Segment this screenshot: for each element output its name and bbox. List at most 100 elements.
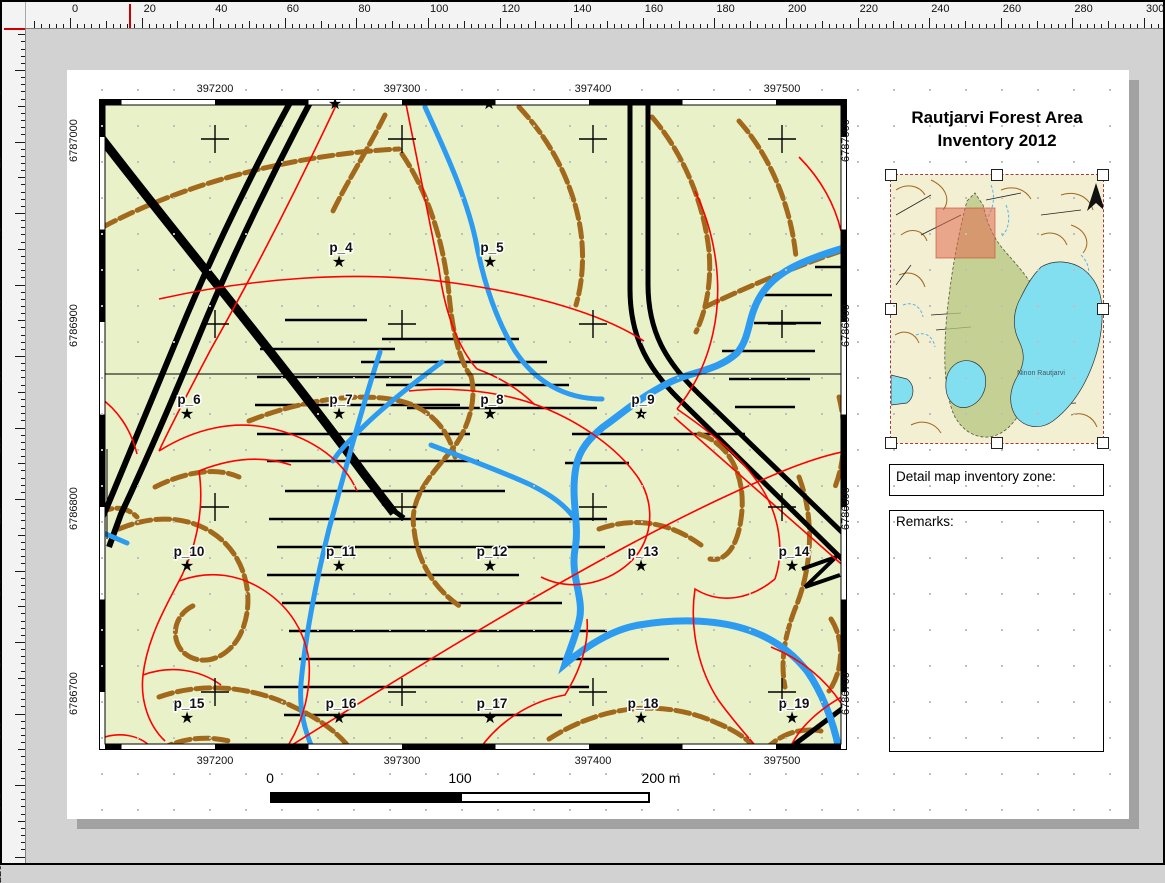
- ruler-tick: [464, 21, 465, 28]
- ruler-tick: [21, 227, 25, 228]
- ruler-number: 100: [430, 3, 448, 15]
- svg-text:★: ★: [482, 99, 496, 113]
- map-coord-right: 6786800: [840, 487, 852, 530]
- plot-label: p_16: [326, 696, 357, 711]
- ruler-tick: [15, 714, 25, 715]
- ruler-tick: [163, 24, 164, 28]
- ruler-tick: [571, 18, 572, 28]
- ruler-tick: [722, 24, 723, 28]
- selection-handle[interactable]: [991, 169, 1003, 181]
- ruler-cursor-marker-vertical: [4, 28, 25, 30]
- horizontal-ruler[interactable]: 0204060801001201401601802002202402602803…: [2, 2, 1163, 29]
- ruler-tick: [1151, 24, 1152, 28]
- ruler-tick: [21, 342, 25, 343]
- ruler-tick: [514, 24, 515, 28]
- selection-handle[interactable]: [1097, 437, 1109, 449]
- selection-handle[interactable]: [1097, 303, 1109, 315]
- ruler-tick: [1029, 24, 1030, 28]
- plot-label: p_11: [326, 544, 357, 559]
- ruler-tick: [21, 835, 25, 836]
- ruler-tick: [21, 764, 25, 765]
- ruler-number: 60: [0, 298, 4, 310]
- ruler-tick: [313, 24, 314, 28]
- ruler-tick: [18, 106, 25, 107]
- ruler-number: 220: [0, 864, 4, 882]
- ruler-tick: [21, 513, 25, 514]
- ruler-tick: [21, 771, 25, 772]
- svg-text:★: ★: [332, 558, 346, 575]
- ruler-tick: [407, 24, 408, 28]
- ruler-tick: [21, 628, 25, 629]
- ruler-tick: [170, 24, 171, 28]
- ruler-tick: [21, 685, 25, 686]
- map-coord-left: 6787000: [68, 119, 80, 162]
- ruler-cursor-marker-horizontal: [129, 4, 131, 28]
- ruler-number: 280: [1074, 3, 1092, 15]
- ruler-tick: [1044, 24, 1045, 28]
- ruler-tick: [21, 621, 25, 622]
- ruler-tick: [707, 24, 708, 28]
- detail-map-item[interactable]: ★p_4★p_5★p_6★p_7★p_8★p_9★p_10★p_11★p_12★…: [99, 99, 847, 750]
- svg-text:★: ★: [483, 406, 497, 423]
- ruler-tick: [21, 292, 25, 293]
- scalebar-item[interactable]: 0 100 200 m: [247, 770, 707, 810]
- selection-handle[interactable]: [885, 437, 897, 449]
- ruler-tick: [1065, 24, 1066, 28]
- ruler-tick: [56, 24, 57, 28]
- ruler-tick: [235, 24, 236, 28]
- selection-handle[interactable]: [991, 437, 1003, 449]
- ruler-tick: [21, 699, 25, 700]
- detail-zone-textbox[interactable]: Detail map inventory zone:: [889, 464, 1104, 496]
- map-coord-bottom: 397500: [764, 755, 801, 767]
- ruler-tick: [21, 63, 25, 64]
- remarks-textbox[interactable]: Remarks:: [889, 510, 1104, 752]
- ruler-tick: [18, 249, 25, 250]
- ruler-tick: [578, 24, 579, 28]
- ruler-tick: [1130, 24, 1131, 28]
- ruler-tick: [972, 24, 973, 28]
- ruler-tick: [18, 392, 25, 393]
- plot-label: p_10: [174, 544, 205, 559]
- ruler-number: 260: [1003, 3, 1021, 15]
- ruler-tick: [21, 134, 25, 135]
- scalebar-label-200: 200 m: [642, 770, 681, 786]
- ruler-number: 20: [0, 155, 4, 167]
- selection-handle[interactable]: [1097, 169, 1109, 181]
- selection-handle[interactable]: [885, 169, 897, 181]
- ruler-tick: [21, 542, 25, 543]
- selection-handle[interactable]: [885, 303, 897, 315]
- ruler-tick: [21, 56, 25, 57]
- svg-text:★: ★: [180, 558, 194, 575]
- ruler-tick: [21, 192, 25, 193]
- ruler-tick: [106, 21, 107, 28]
- ruler-number: 20: [144, 3, 156, 15]
- ruler-tick: [192, 24, 193, 28]
- layout-page[interactable]: ★p_4★p_5★p_6★p_7★p_8★p_9★p_10★p_11★p_12★…: [67, 70, 1129, 819]
- ruler-tick: [306, 24, 307, 28]
- ruler-tick: [18, 821, 25, 822]
- ruler-tick: [1158, 24, 1159, 28]
- ruler-tick: [21, 149, 25, 150]
- ruler-tick: [879, 24, 880, 28]
- ruler-tick: [18, 749, 25, 750]
- svg-text:★: ★: [483, 558, 497, 575]
- ruler-tick: [435, 24, 436, 28]
- ruler-tick: [70, 18, 71, 28]
- plot-label: p_17: [477, 696, 508, 711]
- ruler-tick: [21, 671, 25, 672]
- ruler-tick: [21, 263, 25, 264]
- ruler-tick: [270, 24, 271, 28]
- svg-text:★: ★: [483, 710, 497, 727]
- ruler-tick: [21, 377, 25, 378]
- map-title[interactable]: Rautjarvi Forest Area Inventory 2012: [887, 106, 1107, 152]
- plot-label: p_6: [177, 392, 201, 407]
- ruler-tick: [679, 21, 680, 28]
- map-coord-top: 397500: [764, 83, 801, 95]
- ruler-tick: [729, 24, 730, 28]
- ruler-tick: [1123, 24, 1124, 28]
- ruler-tick: [21, 41, 25, 42]
- overview-map-item[interactable]: Ninon Rautjarvi: [890, 174, 1104, 444]
- vertical-ruler[interactable]: 020406080100120140160180200220: [2, 28, 26, 863]
- plot-label: p_8: [480, 392, 504, 407]
- ruler-tick: [700, 24, 701, 28]
